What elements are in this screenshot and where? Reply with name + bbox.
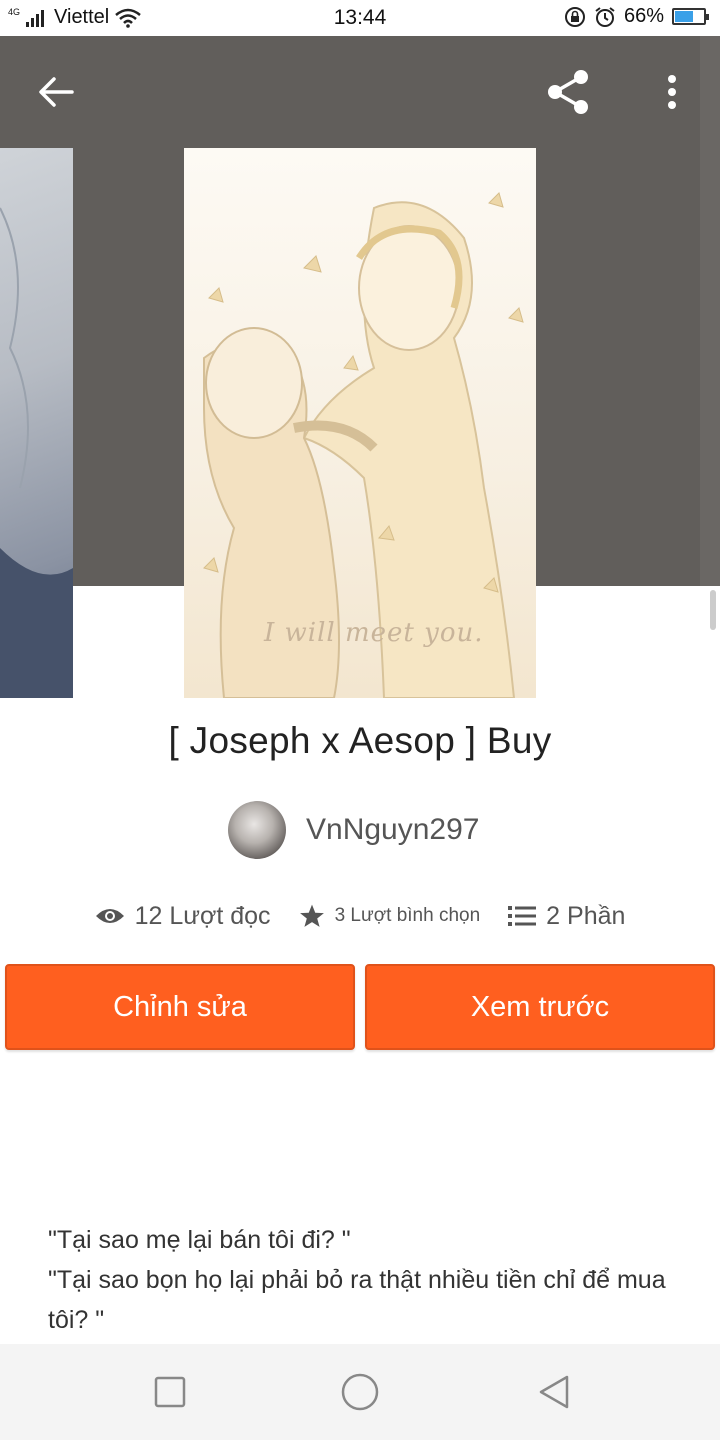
story-description: "Tại sao mẹ lại bán tôi đi? " "Tại sao b…: [48, 1220, 688, 1340]
previous-cover-peek[interactable]: [0, 148, 73, 698]
cover-illustration: [203, 192, 524, 698]
share-button[interactable]: [536, 64, 600, 120]
next-cover-peek: [700, 36, 720, 586]
alarm-icon: [595, 6, 615, 27]
reads-count: 12 Lượt đọc: [134, 901, 271, 930]
more-options-button[interactable]: [650, 64, 694, 120]
battery-icon: [672, 8, 709, 25]
scrollbar[interactable]: [710, 590, 716, 630]
rotation-lock-icon: [564, 6, 585, 27]
author-avatar[interactable]: [228, 801, 286, 859]
story-cover[interactable]: I will meet you.: [184, 148, 536, 698]
status-right: 66%: [564, 5, 709, 28]
list-icon: [508, 906, 537, 926]
reads-stat: 12 Lượt đọc: [95, 902, 271, 931]
battery-fill: [675, 11, 694, 22]
description-line: "Tại sao mẹ lại bán tôi đi? ": [48, 1226, 351, 1254]
author-link[interactable]: VnNguyn297: [228, 800, 479, 860]
votes-stat: 3 Lượt bình chọn: [299, 903, 481, 929]
star-icon: [299, 904, 324, 927]
preview-button[interactable]: Xem trước: [365, 964, 715, 1050]
square-icon: [154, 1376, 186, 1408]
share-icon: [548, 70, 588, 114]
story-stats: 12 Lượt đọc 3 Lượt bình chọn 2 Phần: [0, 892, 720, 940]
arrow-left-icon: [39, 77, 74, 107]
back-button[interactable]: [26, 66, 86, 118]
more-vertical-icon: [668, 75, 676, 109]
battery-percent: 66%: [623, 5, 664, 27]
author-name[interactable]: VnNguyn297: [306, 813, 479, 847]
votes-count: 3 Lượt bình chọn: [334, 905, 481, 926]
description-line: "Tại sao bọn họ lại phải bỏ ra thật nhiề…: [48, 1266, 666, 1334]
home-button[interactable]: [336, 1368, 384, 1416]
circle-icon: [341, 1373, 379, 1411]
recent-apps-button[interactable]: [146, 1368, 194, 1416]
parts-count[interactable]: 2 Phần: [546, 902, 625, 931]
story-title: [ Joseph x Aesop ] Buy: [168, 720, 552, 761]
system-nav-bar: [0, 1344, 720, 1440]
triangle-back-icon: [539, 1375, 569, 1409]
previous-cover-art: [0, 207, 73, 698]
parts-stat[interactable]: 2 Phần: [508, 902, 625, 931]
eye-icon: [95, 909, 124, 923]
cover-caption: I will meet you.: [264, 618, 484, 648]
edit-button[interactable]: Chỉnh sửa: [5, 964, 355, 1050]
status-bar: 4G Viettel 13:44 66%: [0, 0, 720, 36]
system-back-button[interactable]: [530, 1368, 578, 1416]
